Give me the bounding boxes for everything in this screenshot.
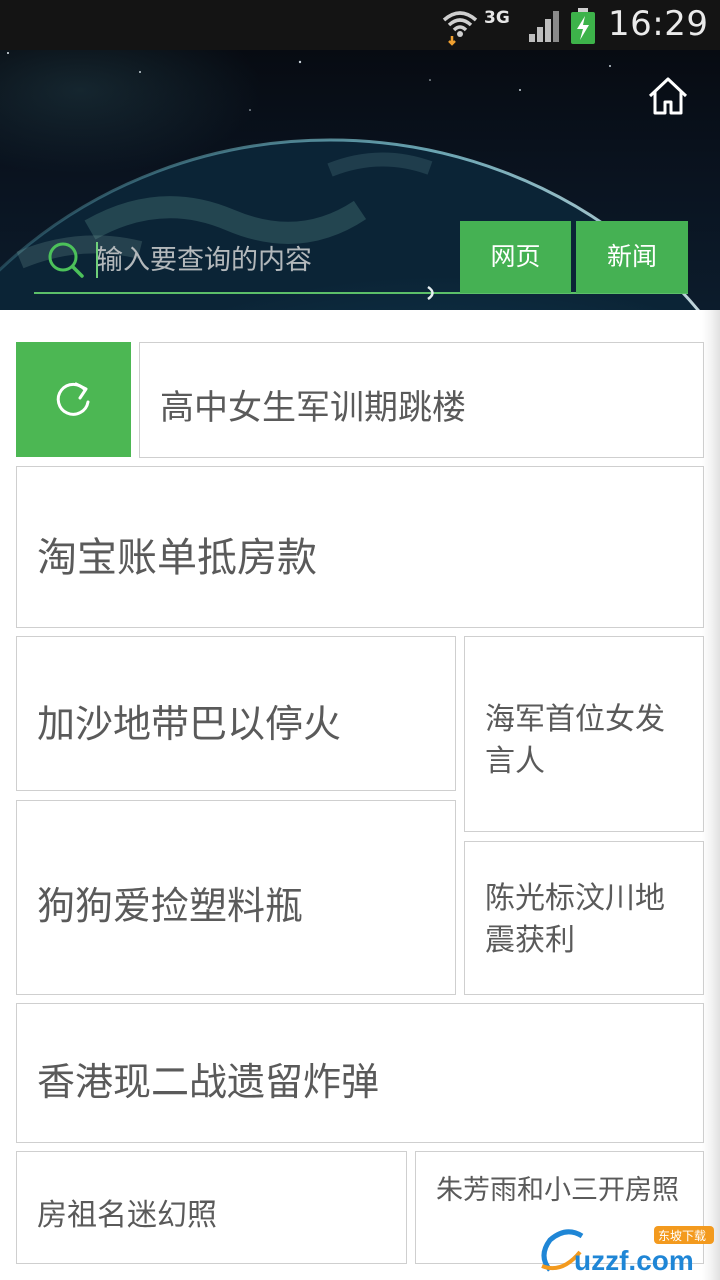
hot-topic-tile[interactable]: 狗狗爱捡塑料瓶 — [16, 800, 456, 995]
web-search-button[interactable]: 网页 — [460, 221, 571, 293]
refresh-button[interactable] — [16, 342, 131, 457]
hot-topic-label: 淘宝账单抵房款 — [37, 535, 317, 581]
hot-topic-tile[interactable]: 高中女生军训期跳楼 — [139, 342, 704, 458]
search-input[interactable] — [96, 240, 446, 280]
hot-topic-tile[interactable]: 香港现二战遗留炸弹 — [16, 1003, 704, 1143]
hot-topic-tile[interactable]: 陈光标汶川地震获利 — [464, 841, 704, 995]
hot-topic-label: 朱芳雨和小三开房照 — [436, 1175, 679, 1206]
hot-topic-label: 高中女生军训期跳楼 — [160, 388, 466, 428]
hot-topic-label: 加沙地带巴以停火 — [37, 702, 342, 746]
uzzf-watermark-logo: uzzf.com 东坡下载 — [541, 1226, 714, 1276]
hot-search-grid: 高中女生军训期跳楼 淘宝账单抵房款 加沙地带巴以停火 海军首位女发言人 狗狗爱捡… — [0, 310, 720, 1280]
wifi-icon — [442, 11, 478, 46]
home-icon — [648, 77, 688, 115]
hot-topic-label: 狗狗爱捡塑料瓶 — [37, 884, 304, 928]
refresh-icon — [56, 382, 90, 416]
news-search-button[interactable]: 新闻 — [576, 221, 688, 293]
status-bar: 3G 16:29 — [0, 0, 720, 50]
search-icon — [48, 242, 84, 278]
drawer-shadow-edge — [702, 310, 720, 1280]
hot-topic-tile[interactable]: 海军首位女发言人 — [464, 636, 704, 832]
signal-icon — [529, 11, 559, 42]
battery-charging-icon — [571, 8, 595, 44]
home-button[interactable] — [644, 72, 692, 120]
search-header: 网页 新闻 — [0, 50, 720, 310]
svg-text:东坡下载: 东坡下载 — [658, 1229, 706, 1243]
svg-text:uzzf.com: uzzf.com — [574, 1245, 694, 1276]
hot-topic-label: 陈光标汶川地震获利 — [485, 881, 665, 958]
hot-topic-tile[interactable]: 加沙地带巴以停火 — [16, 636, 456, 791]
search-field-end-mark — [427, 286, 434, 300]
hot-topic-label: 海军首位女发言人 — [485, 702, 665, 779]
clock-time: 16:29 — [608, 4, 709, 44]
hot-topic-label: 香港现二战遗留炸弹 — [37, 1060, 380, 1104]
network-type-label: 3G — [484, 8, 510, 28]
hot-topic-label: 房祖名迷幻照 — [37, 1198, 217, 1233]
text-cursor — [96, 242, 98, 278]
hot-topic-tile[interactable]: 房祖名迷幻照 — [16, 1151, 407, 1264]
hot-topic-tile[interactable]: 淘宝账单抵房款 — [16, 466, 704, 628]
